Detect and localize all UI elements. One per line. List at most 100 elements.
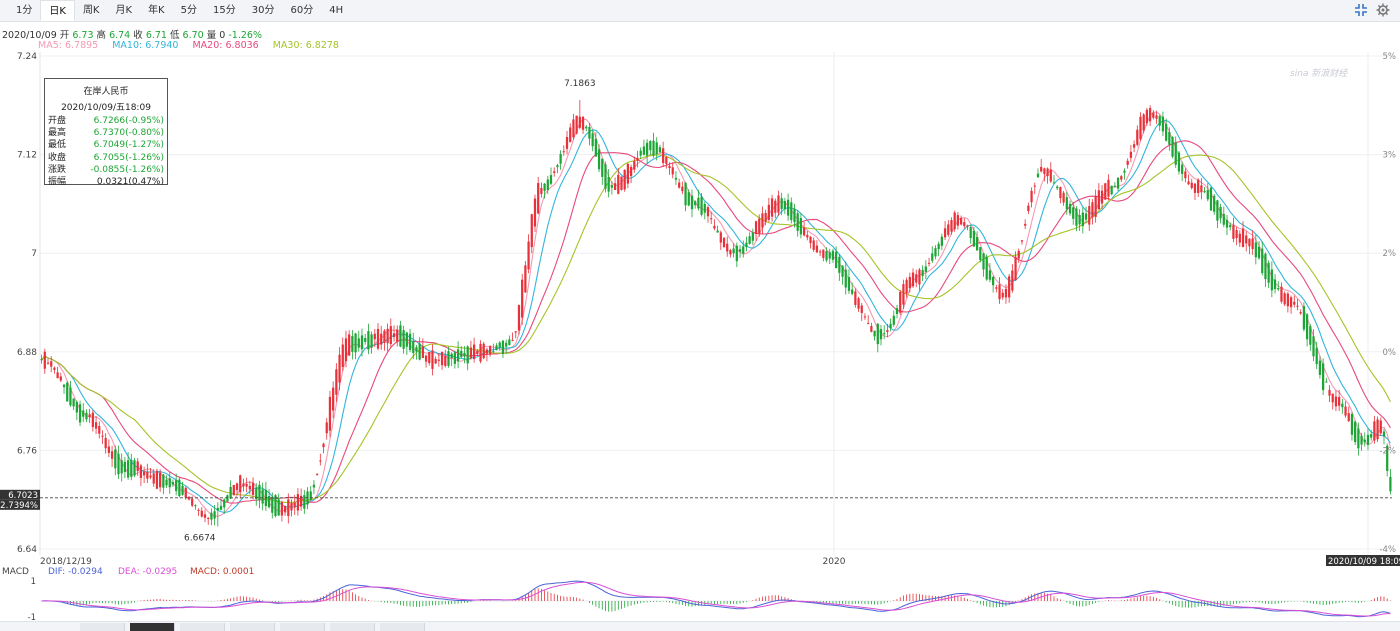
candle-body	[341, 344, 344, 367]
candle-body	[1126, 160, 1129, 165]
candle-body	[402, 330, 405, 349]
candle-body	[367, 331, 370, 350]
candle-body	[184, 487, 187, 498]
candle-body	[450, 353, 453, 359]
candle-body	[758, 218, 761, 234]
candle-body	[508, 339, 511, 346]
candle-body	[1113, 185, 1116, 187]
tab-6[interactable]: 15分	[205, 0, 244, 21]
candle-body	[995, 287, 998, 289]
macd-panel: MACD DIF: -0.0294 DEA: -0.0295 MACD: 0.0001…	[2, 567, 1392, 623]
price-tick: 7.24	[17, 52, 37, 62]
candle-body	[168, 478, 171, 488]
candle-body	[684, 182, 687, 206]
candle-body	[1059, 187, 1062, 199]
tab-4[interactable]: 年K	[140, 0, 173, 21]
candle-body	[524, 265, 527, 293]
candle-body	[149, 475, 152, 478]
candle-body	[617, 174, 620, 194]
candle-body	[649, 140, 652, 151]
candle-body	[386, 328, 389, 344]
candle-body	[1152, 112, 1155, 118]
candle-body	[389, 326, 392, 345]
candle-body	[1296, 305, 1299, 307]
tab-2[interactable]: 周K	[75, 0, 108, 21]
tab-0[interactable]: 1分	[8, 0, 40, 21]
candle-body	[959, 218, 963, 225]
candle-body	[143, 471, 146, 476]
candle-body	[1049, 169, 1052, 182]
candle-body	[1241, 228, 1245, 247]
macd-dea-line	[41, 581, 1391, 617]
candle-body	[895, 308, 899, 314]
candle-body	[322, 443, 325, 448]
candle-body	[200, 510, 203, 517]
candle-body	[1036, 173, 1040, 178]
candle-body	[283, 505, 287, 513]
candle-body	[175, 480, 178, 492]
candle-body	[569, 127, 572, 143]
candle-body	[178, 479, 181, 497]
candle-body	[1235, 229, 1238, 238]
candle-body	[463, 352, 466, 357]
tooltip-row-label: 振幅	[48, 177, 67, 188]
candle-body	[444, 355, 447, 366]
tooltip-row-value: 6.7049(-1.27%)	[93, 140, 164, 151]
tooltip-row-label: 最低	[48, 140, 67, 151]
candle-body	[1366, 434, 1370, 445]
candle-body	[235, 483, 239, 491]
candle-body	[1139, 116, 1142, 140]
candle-body	[851, 289, 854, 294]
candle-body	[287, 499, 290, 517]
candle-body	[767, 204, 770, 220]
candle-body	[239, 475, 242, 493]
candle-body	[392, 333, 396, 338]
candle-body	[447, 351, 450, 366]
candle-body	[585, 126, 588, 129]
candle-body	[703, 203, 706, 213]
candle-body	[1354, 421, 1357, 442]
candle-body	[1136, 129, 1139, 145]
candle-body	[1338, 397, 1341, 406]
tab-1[interactable]: 日K	[40, 0, 75, 21]
candle-body	[1072, 207, 1075, 219]
candle-body	[1325, 381, 1328, 383]
candle-body	[979, 247, 982, 260]
candle-body	[370, 334, 373, 348]
candle-body	[107, 446, 111, 453]
candle-body	[748, 236, 751, 244]
candle-body	[165, 479, 168, 486]
tab-9[interactable]: 4H	[321, 0, 351, 21]
candle-body	[636, 157, 639, 161]
candle-body	[242, 483, 245, 487]
candle-body	[1161, 116, 1165, 132]
tooltip-row-value: 6.7370(-0.80%)	[93, 128, 164, 139]
candle-body	[902, 284, 905, 305]
collapse-icon[interactable]	[1354, 3, 1368, 17]
candle-body	[645, 142, 649, 156]
kline-chart[interactable]: 7.24 5% 7.12 3% 7 2% 6.88 0% 6.76 -2% 6.64 -4% 7.186…	[0, 0, 1400, 630]
candle-body	[652, 140, 655, 156]
candle-body	[348, 334, 351, 356]
candle-body	[1386, 445, 1389, 471]
candle-body	[908, 276, 911, 289]
candle-body	[777, 195, 780, 213]
tab-3[interactable]: 月K	[108, 0, 141, 21]
settings-icon[interactable]	[1376, 3, 1390, 17]
macd-axis-top: 1	[31, 577, 36, 587]
tab-8[interactable]: 60分	[282, 0, 321, 21]
tab-5[interactable]: 5分	[173, 0, 205, 21]
candle-body	[726, 243, 729, 252]
candle-body	[319, 460, 322, 462]
candle-body	[774, 200, 777, 213]
candle-body	[1078, 215, 1081, 225]
tab-7[interactable]: 30分	[244, 0, 283, 21]
candle-body	[1145, 109, 1149, 124]
candle-body	[1052, 182, 1056, 184]
candle-body	[549, 175, 553, 184]
candle-body	[819, 251, 822, 253]
candle-body	[966, 225, 969, 227]
candle-body	[1251, 238, 1254, 249]
candle-body	[927, 262, 931, 264]
candle-body	[316, 473, 319, 475]
